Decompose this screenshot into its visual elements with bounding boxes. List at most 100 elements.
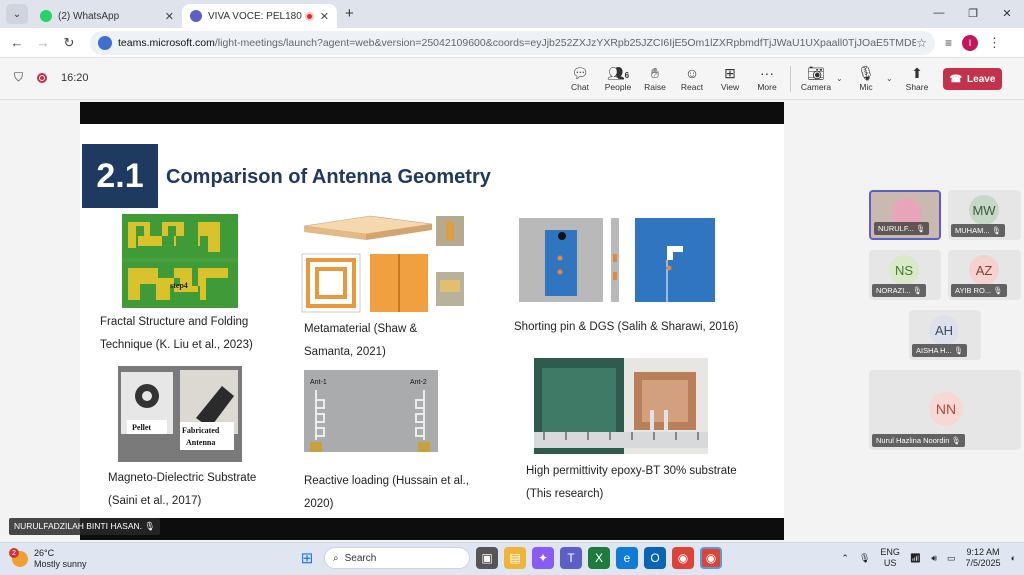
participant-tile[interactable]: NS NORAZI... 🎙︎ xyxy=(869,250,941,300)
svg-text:Fabricated: Fabricated xyxy=(182,426,220,435)
mic-off-icon: 🎙︎ xyxy=(991,226,1002,235)
weather-widget[interactable]: 2 26°C Mostly sunny xyxy=(9,548,87,570)
view-button[interactable]: ⊞ View xyxy=(710,64,750,92)
forward-icon[interactable]: → xyxy=(30,35,56,50)
media-control-icon[interactable]: ≡ xyxy=(945,36,952,50)
people-button[interactable]: 👥︎6 People xyxy=(598,64,638,92)
mic-options-chevron-icon[interactable]: ⌄ xyxy=(886,74,893,83)
windows-start-icon[interactable]: ⊞ xyxy=(296,547,318,569)
bookmark-star-icon[interactable]: ☆ xyxy=(916,36,927,50)
shield-icon[interactable]: ⛉ xyxy=(14,70,23,85)
recording-icon xyxy=(37,72,48,83)
chevron-up-icon[interactable]: ⌃ xyxy=(841,553,849,564)
site-info-icon[interactable] xyxy=(98,35,112,50)
file-explorer-icon[interactable]: ▤ xyxy=(504,547,526,569)
sun-icon: 2 xyxy=(9,548,28,567)
participant-tile[interactable]: NN Nurul Hazlina Noordin 🎙︎ xyxy=(869,370,1021,450)
participant-tile[interactable]: MW MUHAM... 🎙︎ xyxy=(948,190,1021,240)
avatar: AZ xyxy=(969,255,999,285)
section-number: 2.1 xyxy=(82,144,158,208)
shorting-pin-dgs-figure xyxy=(517,216,717,308)
metamaterial-figure xyxy=(300,214,466,318)
participant-tile[interactable]: AH AISHA H... 🎙︎ xyxy=(909,310,981,360)
notification-icon[interactable]: ◐ xyxy=(1011,553,1016,563)
avatar: NS xyxy=(889,255,919,285)
tab-viva-voce[interactable]: VIVA VOCE: PEL18001-NUR ✕ xyxy=(182,4,337,28)
back-icon[interactable]: ← xyxy=(4,35,30,50)
task-view-icon[interactable]: ▣ xyxy=(476,547,498,569)
more-button[interactable]: ··· More xyxy=(747,64,787,92)
language-indicator[interactable]: ENG US xyxy=(880,547,900,569)
excel-icon[interactable]: X xyxy=(588,547,610,569)
reload-icon[interactable]: ↻ xyxy=(56,35,82,51)
hand-icon: ✋︎ xyxy=(651,65,659,81)
windows-taskbar: 2 26°C Mostly sunny ⊞ ⌕ Search ▣ ▤ ✦ T X… xyxy=(0,542,1024,575)
shared-slide: 2.1 Comparison of Antenna Geometry step4… xyxy=(80,102,784,540)
clock[interactable]: 9:12 AM 7/5/2025 xyxy=(966,547,1001,569)
volume-icon[interactable]: 🔊︎ xyxy=(931,553,937,564)
camera-options-chevron-icon[interactable]: ⌄ xyxy=(836,74,843,83)
chat-icon: 💬︎ xyxy=(571,65,589,81)
figure-caption: High permittivity epoxy-BT 30% substrate… xyxy=(526,465,737,500)
whatsapp-icon xyxy=(40,10,52,22)
search-icon: ⌕ xyxy=(333,552,339,564)
share-button[interactable]: ⬆︎ Share xyxy=(897,64,937,92)
close-tab-icon[interactable]: ✕ xyxy=(320,10,329,23)
camera-button[interactable]: 📷︎ Camera xyxy=(796,64,836,92)
reactive-loading-figure: Ant-1 Ant-2 xyxy=(304,370,438,462)
window-controls: — ❐ ✕ xyxy=(922,0,1024,26)
slide-title: Comparison of Antenna Geometry xyxy=(166,166,491,188)
avatar: NN xyxy=(929,392,963,426)
participant-tile[interactable]: AZ AYIB RO... 🎙︎ xyxy=(948,250,1021,300)
teams-taskbar-icon[interactable]: T xyxy=(560,547,582,569)
figure-caption: Magneto-Dielectric Substrate (Saini et a… xyxy=(108,472,257,507)
recording-indicator-icon xyxy=(304,11,314,21)
smiley-icon: ☺ xyxy=(684,65,700,81)
participant-tile[interactable]: NURULF... 🎙︎ xyxy=(869,190,941,240)
chrome-icon[interactable]: ◉ xyxy=(672,547,694,569)
mic-off-icon: 🎙︎ xyxy=(912,286,923,295)
svg-text:Ant-2: Ant-2 xyxy=(410,379,427,386)
figure-caption: Fractal Structure and Folding Technique … xyxy=(100,316,253,351)
share-icon: ⬆︎ xyxy=(911,65,923,81)
address-bar: ← → ↻ teams.microsoft.com /light-meeting… xyxy=(0,28,1024,58)
mic-off-icon: 🎙︎ xyxy=(993,286,1003,295)
svg-text:Ant-1: Ant-1 xyxy=(310,379,327,386)
outlook-icon[interactable]: O xyxy=(644,547,666,569)
edge-icon[interactable]: e xyxy=(616,547,638,569)
tab-whatsapp[interactable]: (2) WhatsApp ✕ xyxy=(32,4,182,28)
restore-icon[interactable]: ❐ xyxy=(956,0,990,26)
profile-avatar[interactable]: I xyxy=(962,34,979,51)
mic-button[interactable]: 🎙︎ Mic xyxy=(846,64,886,92)
more-dots-icon: ··· xyxy=(760,65,774,81)
new-tab-button[interactable]: + xyxy=(345,5,354,22)
mic-off-icon: 🎙︎ xyxy=(857,65,875,81)
wifi-icon[interactable]: 📶︎ xyxy=(910,553,921,564)
battery-icon[interactable]: ▭ xyxy=(947,553,956,564)
microphone-tray-icon[interactable]: 🎙︎ xyxy=(859,553,870,564)
avatar: MW xyxy=(969,195,999,225)
fractal-antenna-figure: step4 xyxy=(122,214,238,308)
figure-caption: Metamaterial (Shaw & Samanta, 2021) xyxy=(304,323,418,358)
chrome-active-icon[interactable]: ◉ xyxy=(700,547,722,569)
browser-menu-icon[interactable]: ⋮ xyxy=(988,35,1001,51)
presenter-name-tag: NURULFADZILAH BINTI HASAN. 🎙︎ xyxy=(9,518,161,535)
react-button[interactable]: ☺ React xyxy=(672,64,712,92)
epoxy-bt-substrate-figure xyxy=(534,358,708,454)
tab-search-button[interactable]: ⌄ xyxy=(6,4,28,24)
chat-button[interactable]: 💬︎ Chat xyxy=(560,64,600,92)
close-window-icon[interactable]: ✕ xyxy=(990,0,1024,26)
grid-view-icon: ⊞ xyxy=(724,65,736,81)
leave-button[interactable]: ☎︎ Leave xyxy=(943,68,1002,90)
teams-icon xyxy=(190,10,202,22)
minimize-icon[interactable]: — xyxy=(922,0,956,26)
svg-text:step4: step4 xyxy=(170,281,188,290)
taskbar-search-input[interactable]: ⌕ Search xyxy=(324,547,470,569)
mic-off-icon: 🎙︎ xyxy=(953,346,964,355)
copilot-icon[interactable]: ✦ xyxy=(532,547,554,569)
url-input[interactable]: teams.microsoft.com /light-meetings/laun… xyxy=(90,30,935,55)
close-tab-icon[interactable]: ✕ xyxy=(165,10,174,23)
figure-caption: Shorting pin & DGS (Salih & Sharawi, 201… xyxy=(514,321,739,333)
mic-off-icon: 🎙︎ xyxy=(951,436,961,445)
raise-hand-button[interactable]: ✋︎ Raise xyxy=(635,64,675,92)
